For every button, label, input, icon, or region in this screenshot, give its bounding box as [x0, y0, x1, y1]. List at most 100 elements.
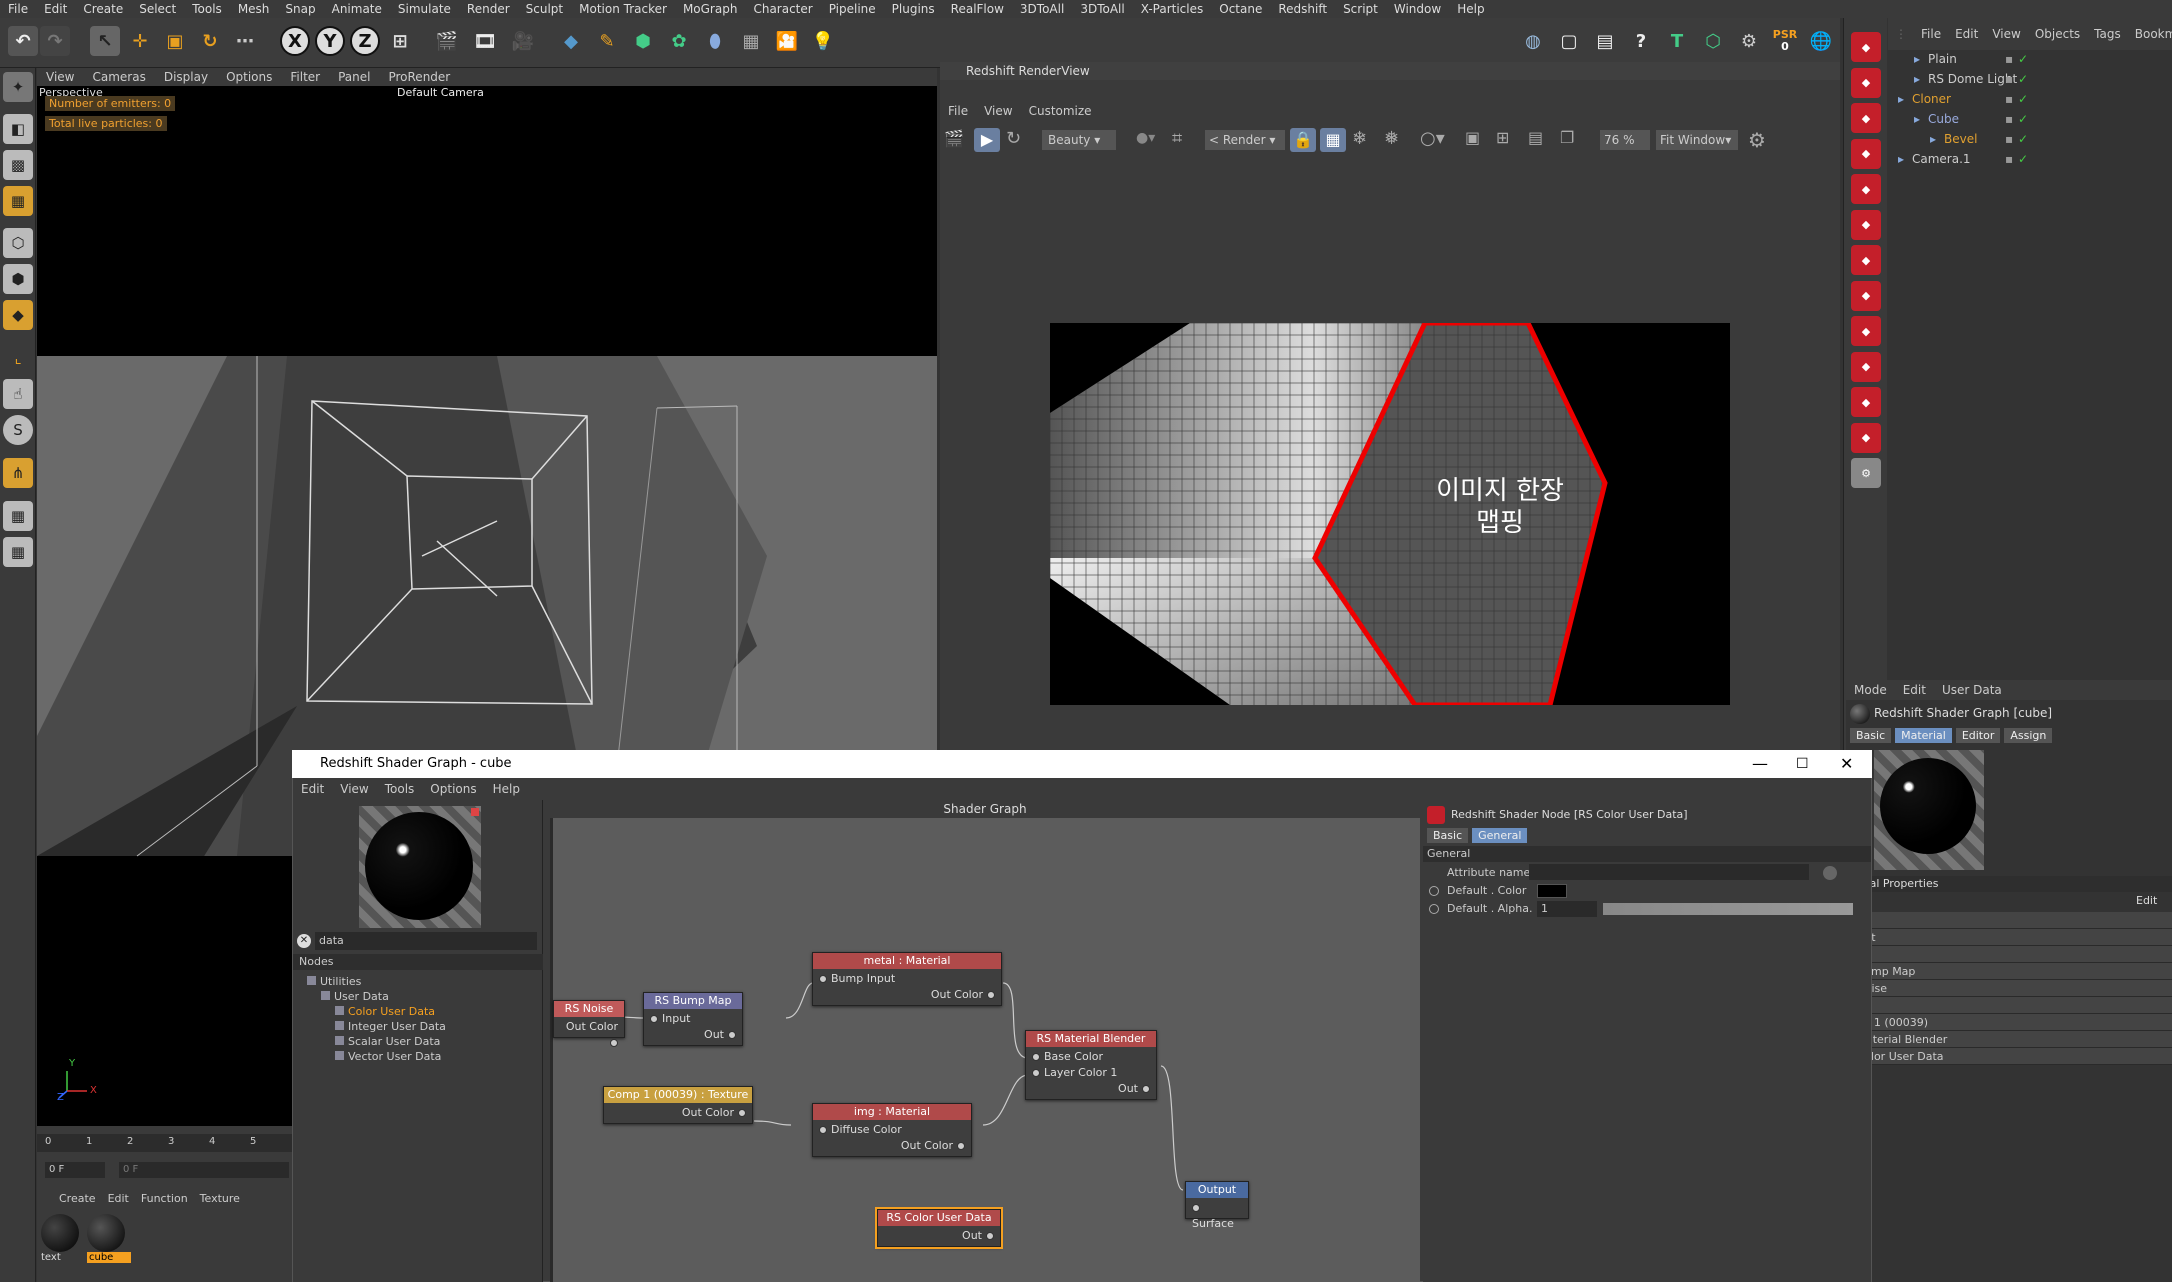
redshift-camera-icon[interactable]: ◆ [1851, 103, 1881, 133]
node-header[interactable]: metal : Material [813, 953, 1001, 969]
output-port[interactable]: Out Color [819, 1138, 965, 1154]
material-menu-edit[interactable]: Edit [108, 1192, 141, 1210]
material-swatch-text[interactable]: text [41, 1214, 81, 1266]
circle-icon[interactable]: ○▾ [1420, 128, 1445, 149]
points-mode-icon[interactable]: ⬡ [3, 228, 33, 258]
menu-item-8[interactable]: Simulate [390, 2, 459, 16]
menu-item-16[interactable]: RealFlow [943, 2, 1012, 16]
attribute-menu-2[interactable]: User Data [1934, 683, 2010, 697]
material-swatch-cube[interactable]: cube [87, 1214, 131, 1266]
settings-gear-icon[interactable]: ⚙ [1734, 26, 1764, 56]
render-settings-icon[interactable]: 🎥 [508, 26, 538, 56]
z-axis-lock-button[interactable]: Z [350, 26, 380, 56]
menu-item-5[interactable]: Mesh [230, 2, 278, 16]
viewport-menu-options[interactable]: Options [217, 70, 281, 84]
attribute-tab-editor[interactable]: Editor [1955, 728, 2001, 743]
visibility-icon[interactable]: ▪ [2005, 110, 2013, 128]
node-img[interactable]: img : Material Diffuse Color Out Color [812, 1103, 972, 1157]
node-bump[interactable]: RS Bump Map Input Out [643, 992, 743, 1046]
attribute-name-menu-icon[interactable] [1823, 866, 1837, 880]
redshift-object-icon[interactable]: ◆ [1851, 209, 1881, 240]
node-cud[interactable]: RS Color User Data Out [875, 1207, 1003, 1249]
redshift-material-icon[interactable]: ◆ [1851, 174, 1881, 204]
port-dot[interactable] [1032, 1053, 1040, 1061]
menu-item-20[interactable]: Octane [1211, 2, 1270, 16]
render-view-menu-view[interactable]: View [976, 104, 1020, 118]
refresh-icon[interactable]: ↻ [1006, 128, 1021, 149]
port-dot[interactable] [819, 1126, 827, 1134]
node-metal[interactable]: metal : Material Bump Input Out Color [812, 952, 1002, 1006]
visibility-icon[interactable]: ▪ [2005, 70, 2013, 88]
menu-item-2[interactable]: Create [75, 2, 131, 16]
psr-button[interactable]: PSR 0 [1770, 26, 1800, 56]
subdivision-icon[interactable]: ⬢ [628, 26, 658, 56]
node-comp[interactable]: Comp 1 (00039) : Texture Out Color [603, 1086, 753, 1124]
node-list-item[interactable]: S Noise [1846, 980, 2172, 997]
menu-item-18[interactable]: 3DToAll [1072, 2, 1132, 16]
redshift-ies-icon[interactable]: ◆ [1851, 316, 1881, 346]
menu-item-15[interactable]: Plugins [884, 2, 943, 16]
node-list-item[interactable]: etal [1846, 946, 2172, 963]
redshift-dome-icon[interactable]: ◆ [1851, 138, 1881, 169]
attribute-tab-basic[interactable]: Basic [1850, 728, 1892, 743]
object-row[interactable]: Camera.1 ▸ ▪ ✓ [1890, 150, 2090, 168]
render-picture-viewer-icon[interactable]: 🎞 [470, 26, 500, 56]
default-alpha-slider[interactable] [1603, 903, 1853, 915]
light-icon[interactable]: 💡 [808, 26, 838, 56]
redshift-shader-icon[interactable]: ◆ [1851, 387, 1881, 417]
coordinate-system-icon[interactable]: ⊞ [385, 26, 415, 56]
snapshot-icon[interactable]: ▤ [1528, 128, 1543, 147]
node-blender[interactable]: RS Material Blender Base Color Layer Color… [1025, 1030, 1157, 1100]
default-color-swatch[interactable] [1537, 884, 1567, 898]
input-port[interactable]: Bump Input [819, 971, 995, 987]
output-port[interactable]: Out Color [610, 1105, 746, 1121]
edit-button[interactable]: Edit [2136, 894, 2157, 907]
add-image-icon[interactable]: ⊞ [1496, 128, 1509, 147]
redshift-sun-icon[interactable]: ◆ [1851, 280, 1881, 311]
node-header[interactable]: RS Color User Data [878, 1210, 1000, 1226]
viewport-menu-filter[interactable]: Filter [281, 70, 329, 84]
menu-item-4[interactable]: Tools [184, 2, 230, 16]
model-mode-icon[interactable]: ◧ [3, 114, 33, 144]
rotate-tool-icon[interactable]: ↻ [195, 26, 225, 56]
camera-label[interactable]: Default Camera [397, 86, 484, 99]
object-row[interactable]: RS Dome Light ▸ ▪ ✓ [1890, 70, 2090, 88]
default-color-keyframe-icon[interactable] [1429, 886, 1439, 896]
port-dot[interactable] [610, 1039, 618, 1047]
material-menu-texture[interactable]: Texture [200, 1192, 240, 1210]
port-dot[interactable] [1142, 1085, 1150, 1093]
node-list-item[interactable]: S Color User Data [1846, 1048, 2172, 1065]
viewport-menu-display[interactable]: Display [155, 70, 217, 84]
input-port[interactable]: Diffuse Color [819, 1122, 965, 1138]
snowflake-alt-icon[interactable]: ❅ [1384, 128, 1399, 149]
visibility-icon[interactable]: ▪ [2005, 90, 2013, 108]
menu-item-14[interactable]: Pipeline [821, 2, 884, 16]
visibility-icon[interactable]: ▪ [2005, 150, 2013, 168]
enabled-check-icon[interactable]: ✓ [2018, 90, 2028, 108]
port-dot[interactable] [819, 975, 827, 983]
menu-item-22[interactable]: Script [1335, 2, 1386, 16]
globe-icon[interactable]: 🌐 [1806, 26, 1836, 56]
menu-item-11[interactable]: Motion Tracker [571, 2, 675, 16]
output-port[interactable]: Out Color [560, 1019, 618, 1047]
fit-select[interactable]: Fit Window▾ [1656, 130, 1738, 150]
aov-select[interactable]: Beauty ▾ [1042, 130, 1116, 150]
object-menu-file[interactable]: File [1914, 27, 1948, 41]
y-axis-lock-button[interactable]: Y [315, 26, 345, 56]
redshift-light-icon[interactable]: ◆ [1851, 67, 1881, 98]
port-dot[interactable] [1032, 1069, 1040, 1077]
cloner-icon[interactable]: ✿ [664, 26, 694, 56]
node-header[interactable]: RS Material Blender [1026, 1031, 1156, 1047]
output-port[interactable]: Out [650, 1027, 736, 1043]
default-alpha-field[interactable]: 1 [1537, 901, 1597, 917]
node-list-item[interactable]: utput [1846, 929, 2172, 946]
menu-item-13[interactable]: Character [745, 2, 820, 16]
recent-tools-icon[interactable]: ⋯ [230, 26, 260, 56]
menu-item-12[interactable]: MoGraph [675, 2, 746, 16]
menu-item-17[interactable]: 3DToAll [1012, 2, 1072, 16]
shader-graph-menu-view[interactable]: View [332, 782, 376, 796]
node-header[interactable]: Output [1186, 1182, 1248, 1198]
snap-icon[interactable]: ⋔ [3, 458, 33, 488]
make-editable-icon[interactable]: ✦ [3, 72, 33, 102]
shader-graph-menu-help[interactable]: Help [485, 782, 528, 796]
